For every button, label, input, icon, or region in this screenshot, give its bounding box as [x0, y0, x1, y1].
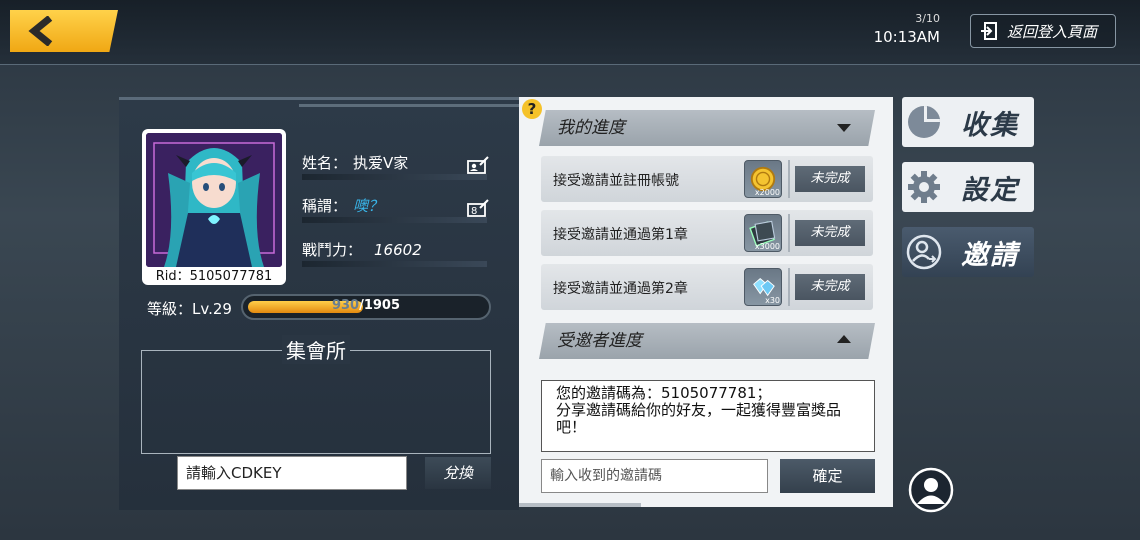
divider: [788, 214, 790, 252]
gold-coin-icon[interactable]: x2000: [744, 160, 782, 198]
power-value: 16602: [374, 241, 422, 259]
task-row: 接受邀請並通過第2章 x30 未完成: [541, 264, 873, 310]
title-label: 稱謂：: [302, 197, 348, 215]
exp-total: /1905: [359, 298, 401, 313]
cdkey-input[interactable]: 請輸入CDKEY: [177, 456, 407, 490]
level-label: 等級：Lv.29: [147, 300, 232, 318]
chevron-left-icon: [28, 16, 53, 46]
task-row: 接受邀請並通過第1章 x3000 未完成: [541, 210, 873, 256]
task-status: 未完成: [795, 220, 865, 246]
date-text: 3/10: [915, 12, 940, 25]
task-row: 接受邀請並註冊帳號 x2000 未完成: [541, 156, 873, 202]
task-status: 未完成: [795, 166, 865, 192]
task-qty: x3000: [754, 242, 780, 251]
chevron-up-icon: [837, 335, 851, 343]
name-field: 姓名： 执爱V家: [302, 152, 408, 173]
gear-icon: [908, 171, 940, 203]
redeem-button[interactable]: 兌換: [425, 457, 491, 489]
logout-icon: [981, 22, 997, 40]
task-qty: x30: [765, 296, 780, 305]
confirm-button[interactable]: 確定: [780, 459, 875, 493]
invite-message-text: 您的邀請碼為：5105077781； 分享邀請碼給你的好友，一起獲得豐富獎品吧！: [556, 384, 842, 436]
settings-label: 設定: [961, 174, 1019, 206]
crystal-icon[interactable]: x30: [744, 268, 782, 306]
pie-chart-icon: [908, 106, 940, 138]
divider: [302, 217, 487, 223]
exp-text: 930/1905: [243, 298, 489, 313]
title-field: 稱謂： 噢？: [302, 195, 383, 216]
invite-label: 邀請: [961, 239, 1019, 271]
power-label: 戰鬥力：: [302, 241, 363, 259]
exp-current: 930: [331, 298, 360, 313]
divider: [299, 104, 519, 107]
task-label: 接受邀請並通過第2章: [553, 281, 688, 297]
my-progress-header[interactable]: 我的進度: [539, 110, 875, 146]
invite-progress-panel: ? 我的進度 接受邀請並註冊帳號 x2000 未完成 接受邀請並通過第1章 x3…: [519, 97, 893, 507]
invite-user-icon: [906, 234, 942, 270]
invitee-progress-label: 受邀者進度: [557, 331, 642, 351]
name-value: 执爱V家: [353, 154, 409, 172]
divider: [788, 268, 790, 306]
edit-name-icon[interactable]: [467, 156, 489, 174]
name-label: 姓名：: [302, 154, 348, 172]
edit-title-icon[interactable]: 8: [467, 199, 489, 217]
invite-button[interactable]: 邀請: [902, 227, 1034, 277]
divider: [519, 503, 641, 507]
collect-label: 收集: [961, 109, 1019, 141]
clock-text: 10:13AM: [873, 28, 940, 46]
return-login-button[interactable]: 返回登入頁面: [970, 14, 1116, 48]
divider: [302, 261, 487, 267]
collect-button[interactable]: 收集: [902, 97, 1034, 147]
hall-box: [141, 350, 491, 454]
profile-panel: Rid：5105077781 姓名： 执爱V家 稱謂： 噢？ 8 戰鬥力： 16602…: [119, 97, 519, 510]
invite-code-input[interactable]: 輸入收到的邀請碼: [541, 459, 768, 493]
settings-button[interactable]: 設定: [902, 162, 1034, 212]
user-avatar-icon[interactable]: [908, 467, 954, 513]
divider: [302, 174, 487, 180]
ticket-icon[interactable]: x3000: [744, 214, 782, 252]
task-status: 未完成: [795, 274, 865, 300]
task-label: 接受邀請並通過第1章: [553, 227, 688, 243]
invitee-progress-header[interactable]: 受邀者進度: [539, 323, 875, 359]
hall-title: 集會所: [282, 335, 350, 364]
invite-code-message: 您的邀請碼為：5105077781； 分享邀請碼給你的好友，一起獲得豐富獎品吧！: [541, 380, 875, 452]
exp-bar: 930/1905: [241, 294, 491, 320]
chevron-down-icon: [837, 124, 851, 132]
avatar-card[interactable]: Rid：5105077781: [142, 129, 286, 285]
rid-label: Rid：5105077781: [155, 269, 273, 284]
task-qty: x2000: [754, 188, 780, 197]
avatar: [146, 133, 282, 267]
top-bar: 3/10 10:13AM 返回登入頁面: [0, 0, 1140, 65]
my-progress-label: 我的進度: [557, 118, 625, 138]
title-value: 噢？: [353, 197, 384, 215]
svg-text:8: 8: [471, 206, 477, 217]
help-icon[interactable]: ?: [522, 99, 542, 119]
return-login-label: 返回登入頁面: [1007, 22, 1098, 41]
divider: [788, 160, 790, 198]
power-field: 戰鬥力： 16602: [302, 239, 422, 260]
task-label: 接受邀請並註冊帳號: [553, 173, 679, 189]
back-button[interactable]: [10, 10, 118, 52]
